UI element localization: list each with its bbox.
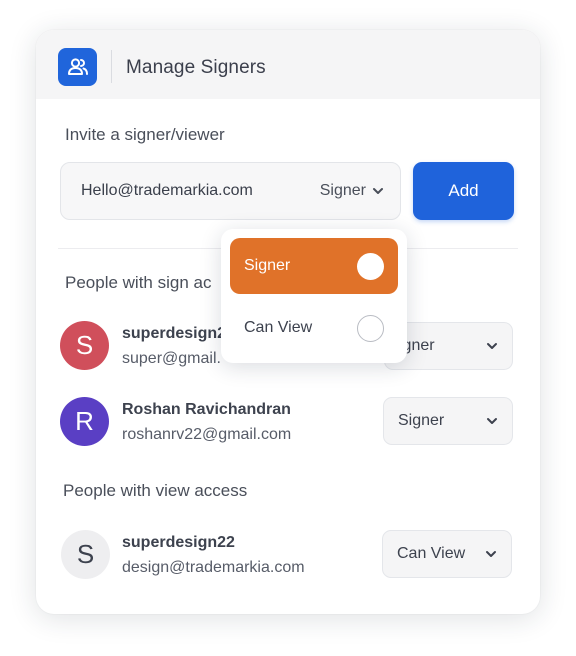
person-email: super@gmail. (122, 350, 221, 367)
person-name: Roshan Ravichandran (122, 401, 291, 418)
role-select-value: Signer (398, 412, 445, 429)
dropdown-option-signer[interactable]: Signer (230, 238, 398, 294)
users-icon (58, 48, 97, 86)
person-email: roshanrv22@gmail.com (122, 426, 292, 443)
radio-unselected-icon (357, 314, 384, 342)
invite-email-value[interactable]: Hello@trademarkia.com (81, 182, 253, 200)
header-divider (111, 50, 112, 83)
avatar: S (60, 321, 109, 370)
chevron-down-icon (487, 418, 497, 424)
invite-label: Invite a signer/viewer (65, 125, 225, 144)
role-select-value: Can View (397, 545, 466, 562)
chevron-down-icon (486, 551, 496, 557)
dropdown-option-can-view[interactable]: Can View (230, 300, 398, 356)
person-email: design@trademarkia.com (122, 559, 305, 576)
person-name: superdesign22 (122, 534, 235, 551)
invite-role-select[interactable]: Signer (320, 182, 384, 200)
chevron-down-icon (373, 188, 383, 194)
page-title: Manage Signers (126, 57, 266, 78)
invite-role-value: Signer (319, 182, 366, 199)
role-select[interactable]: Can View (382, 530, 512, 578)
invite-email-field[interactable]: Hello@trademarkia.com Signer (60, 162, 401, 220)
avatar: S (61, 530, 110, 579)
card-header: Manage Signers (36, 30, 540, 99)
add-button[interactable]: Add (413, 162, 514, 220)
person-name: superdesign2 (122, 325, 227, 342)
sign-access-label: People with sign ac (65, 273, 212, 292)
dropdown-option-label: Signer (244, 257, 291, 274)
chevron-down-icon (487, 343, 497, 349)
radio-selected-icon (357, 252, 384, 280)
view-access-label: People with view access (63, 481, 248, 500)
role-dropdown-menu: Signer Can View (221, 229, 407, 363)
role-select[interactable]: Signer (383, 397, 513, 445)
avatar: R (60, 397, 109, 446)
dropdown-option-label: Can View (244, 319, 313, 336)
